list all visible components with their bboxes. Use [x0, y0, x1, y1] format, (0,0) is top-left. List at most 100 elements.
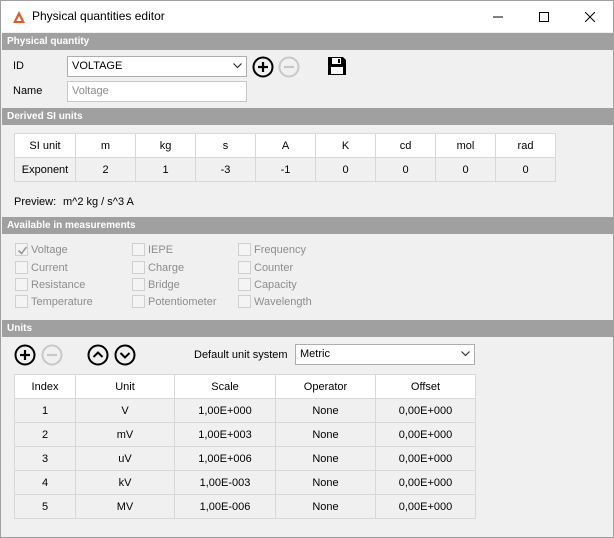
table-cell[interactable]: MV	[75, 494, 175, 519]
table-cell[interactable]: None	[275, 494, 376, 519]
table-cell[interactable]: None	[275, 470, 376, 495]
si-unit-header: SI unit	[14, 133, 76, 158]
checkbox-label: Capacity	[254, 278, 297, 291]
measurement-checkbox[interactable]: Current	[15, 260, 68, 275]
table-cell[interactable]: None	[275, 422, 376, 447]
remove-quantity-button[interactable]	[278, 56, 300, 78]
si-col-k: K	[315, 133, 376, 158]
measurement-checkbox[interactable]: Potentiometer	[132, 294, 216, 309]
si-col-rad: rad	[495, 133, 556, 158]
exponent-cell[interactable]: 2	[75, 157, 136, 182]
maximize-icon	[539, 11, 549, 22]
checkbox-box[interactable]	[132, 278, 145, 291]
table-row[interactable]: 2 mV 1,00E+003 None 0,00E+000	[14, 422, 476, 447]
exponent-cell[interactable]: 0	[315, 157, 376, 182]
chevron-down-icon	[461, 351, 470, 357]
table-cell[interactable]: 4	[14, 470, 76, 495]
measurement-checkbox[interactable]: Counter	[238, 260, 293, 275]
table-cell[interactable]: 1,00E-003	[174, 470, 276, 495]
name-field[interactable]: Voltage	[67, 81, 247, 102]
table-row[interactable]: 4 kV 1,00E-003 None 0,00E+000	[14, 470, 476, 495]
checkbox-label: Potentiometer	[148, 295, 217, 308]
minimize-button[interactable]	[475, 1, 521, 32]
measurement-checkbox[interactable]: Charge	[132, 260, 184, 275]
table-cell[interactable]: 1,00E+006	[174, 446, 276, 471]
checkbox-box[interactable]	[238, 295, 251, 308]
col-index[interactable]: Index	[14, 374, 76, 399]
table-row[interactable]: 1 V 1,00E+000 None 0,00E+000	[14, 398, 476, 423]
table-cell[interactable]: 0,00E+000	[375, 422, 476, 447]
default-unit-system-dropdown[interactable]: Metric	[295, 344, 475, 365]
table-cell[interactable]: V	[75, 398, 175, 423]
exponent-cell[interactable]: -1	[255, 157, 316, 182]
checkbox-box[interactable]	[15, 261, 28, 274]
table-cell[interactable]: None	[275, 398, 376, 423]
measurement-checkbox[interactable]: Bridge	[132, 277, 180, 292]
measurement-checkbox[interactable]: Resistance	[15, 277, 85, 292]
exponent-cell[interactable]: -3	[195, 157, 256, 182]
table-cell[interactable]: mV	[75, 422, 175, 447]
editor-window: Physical quantities editor Physical quan…	[0, 0, 614, 538]
si-col-m: m	[75, 133, 136, 158]
exponent-cell[interactable]: 0	[375, 157, 436, 182]
table-cell[interactable]: 1	[14, 398, 76, 423]
id-dropdown[interactable]: VOLTAGE	[67, 56, 247, 77]
units-table: Index Unit Scale Operator Offset 1 V 1,00E…	[14, 374, 476, 519]
measurement-checkbox[interactable]: Frequency	[238, 242, 306, 257]
si-col-a: A	[255, 133, 316, 158]
table-cell[interactable]: uV	[75, 446, 175, 471]
checkbox-box[interactable]	[238, 261, 251, 274]
exponent-cell[interactable]: 1	[135, 157, 196, 182]
col-unit[interactable]: Unit	[75, 374, 175, 399]
table-cell[interactable]: 3	[14, 446, 76, 471]
measurement-checkbox[interactable]: Temperature	[15, 294, 93, 309]
table-cell[interactable]: None	[275, 446, 376, 471]
si-col-kg: kg	[135, 133, 196, 158]
checkbox-box[interactable]	[132, 295, 145, 308]
col-operator[interactable]: Operator	[275, 374, 376, 399]
table-cell[interactable]: 5	[14, 494, 76, 519]
checkbox-box[interactable]	[15, 278, 28, 291]
table-cell[interactable]: 1,00E-006	[174, 494, 276, 519]
table-cell[interactable]: 2	[14, 422, 76, 447]
minimize-icon	[493, 16, 503, 17]
minus-circle-icon	[41, 344, 63, 366]
default-unit-system-value: Metric	[300, 348, 330, 360]
table-cell[interactable]: 0,00E+000	[375, 398, 476, 423]
maximize-button[interactable]	[521, 1, 567, 32]
table-cell[interactable]: 1,00E+003	[174, 422, 276, 447]
checkbox-box[interactable]	[15, 243, 28, 256]
add-unit-button[interactable]	[14, 344, 36, 366]
checkbox-box[interactable]	[238, 278, 251, 291]
remove-unit-button[interactable]	[41, 344, 63, 366]
check-icon	[17, 246, 28, 255]
col-offset[interactable]: Offset	[375, 374, 476, 399]
table-cell[interactable]: 1,00E+000	[174, 398, 276, 423]
table-cell[interactable]: 0,00E+000	[375, 494, 476, 519]
measurement-checkbox[interactable]: Wavelength	[238, 294, 312, 309]
measurement-checkbox[interactable]: Capacity	[238, 277, 297, 292]
checkbox-box[interactable]	[238, 243, 251, 256]
table-cell[interactable]: kV	[75, 470, 175, 495]
measurement-checkbox[interactable]: Voltage	[15, 242, 68, 257]
checkbox-label: Current	[31, 261, 68, 274]
exponent-cell[interactable]: 0	[435, 157, 496, 182]
move-unit-up-button[interactable]	[87, 344, 109, 366]
exponent-cell[interactable]: 0	[495, 157, 556, 182]
si-col-mol: mol	[435, 133, 496, 158]
add-quantity-button[interactable]	[252, 56, 274, 78]
col-scale[interactable]: Scale	[174, 374, 276, 399]
table-row[interactable]: 5 MV 1,00E-006 None 0,00E+000	[14, 494, 476, 519]
checkbox-box[interactable]	[15, 295, 28, 308]
save-button[interactable]	[326, 55, 348, 77]
table-cell[interactable]: 0,00E+000	[375, 470, 476, 495]
measurement-checkbox[interactable]: IEPE	[132, 242, 173, 257]
app-logo-icon	[13, 11, 25, 23]
window-title: Physical quantities editor	[32, 9, 165, 23]
move-unit-down-button[interactable]	[114, 344, 136, 366]
checkbox-box[interactable]	[132, 243, 145, 256]
table-cell[interactable]: 0,00E+000	[375, 446, 476, 471]
checkbox-box[interactable]	[132, 261, 145, 274]
table-row[interactable]: 3 uV 1,00E+006 None 0,00E+000	[14, 446, 476, 471]
close-button[interactable]	[567, 1, 613, 32]
